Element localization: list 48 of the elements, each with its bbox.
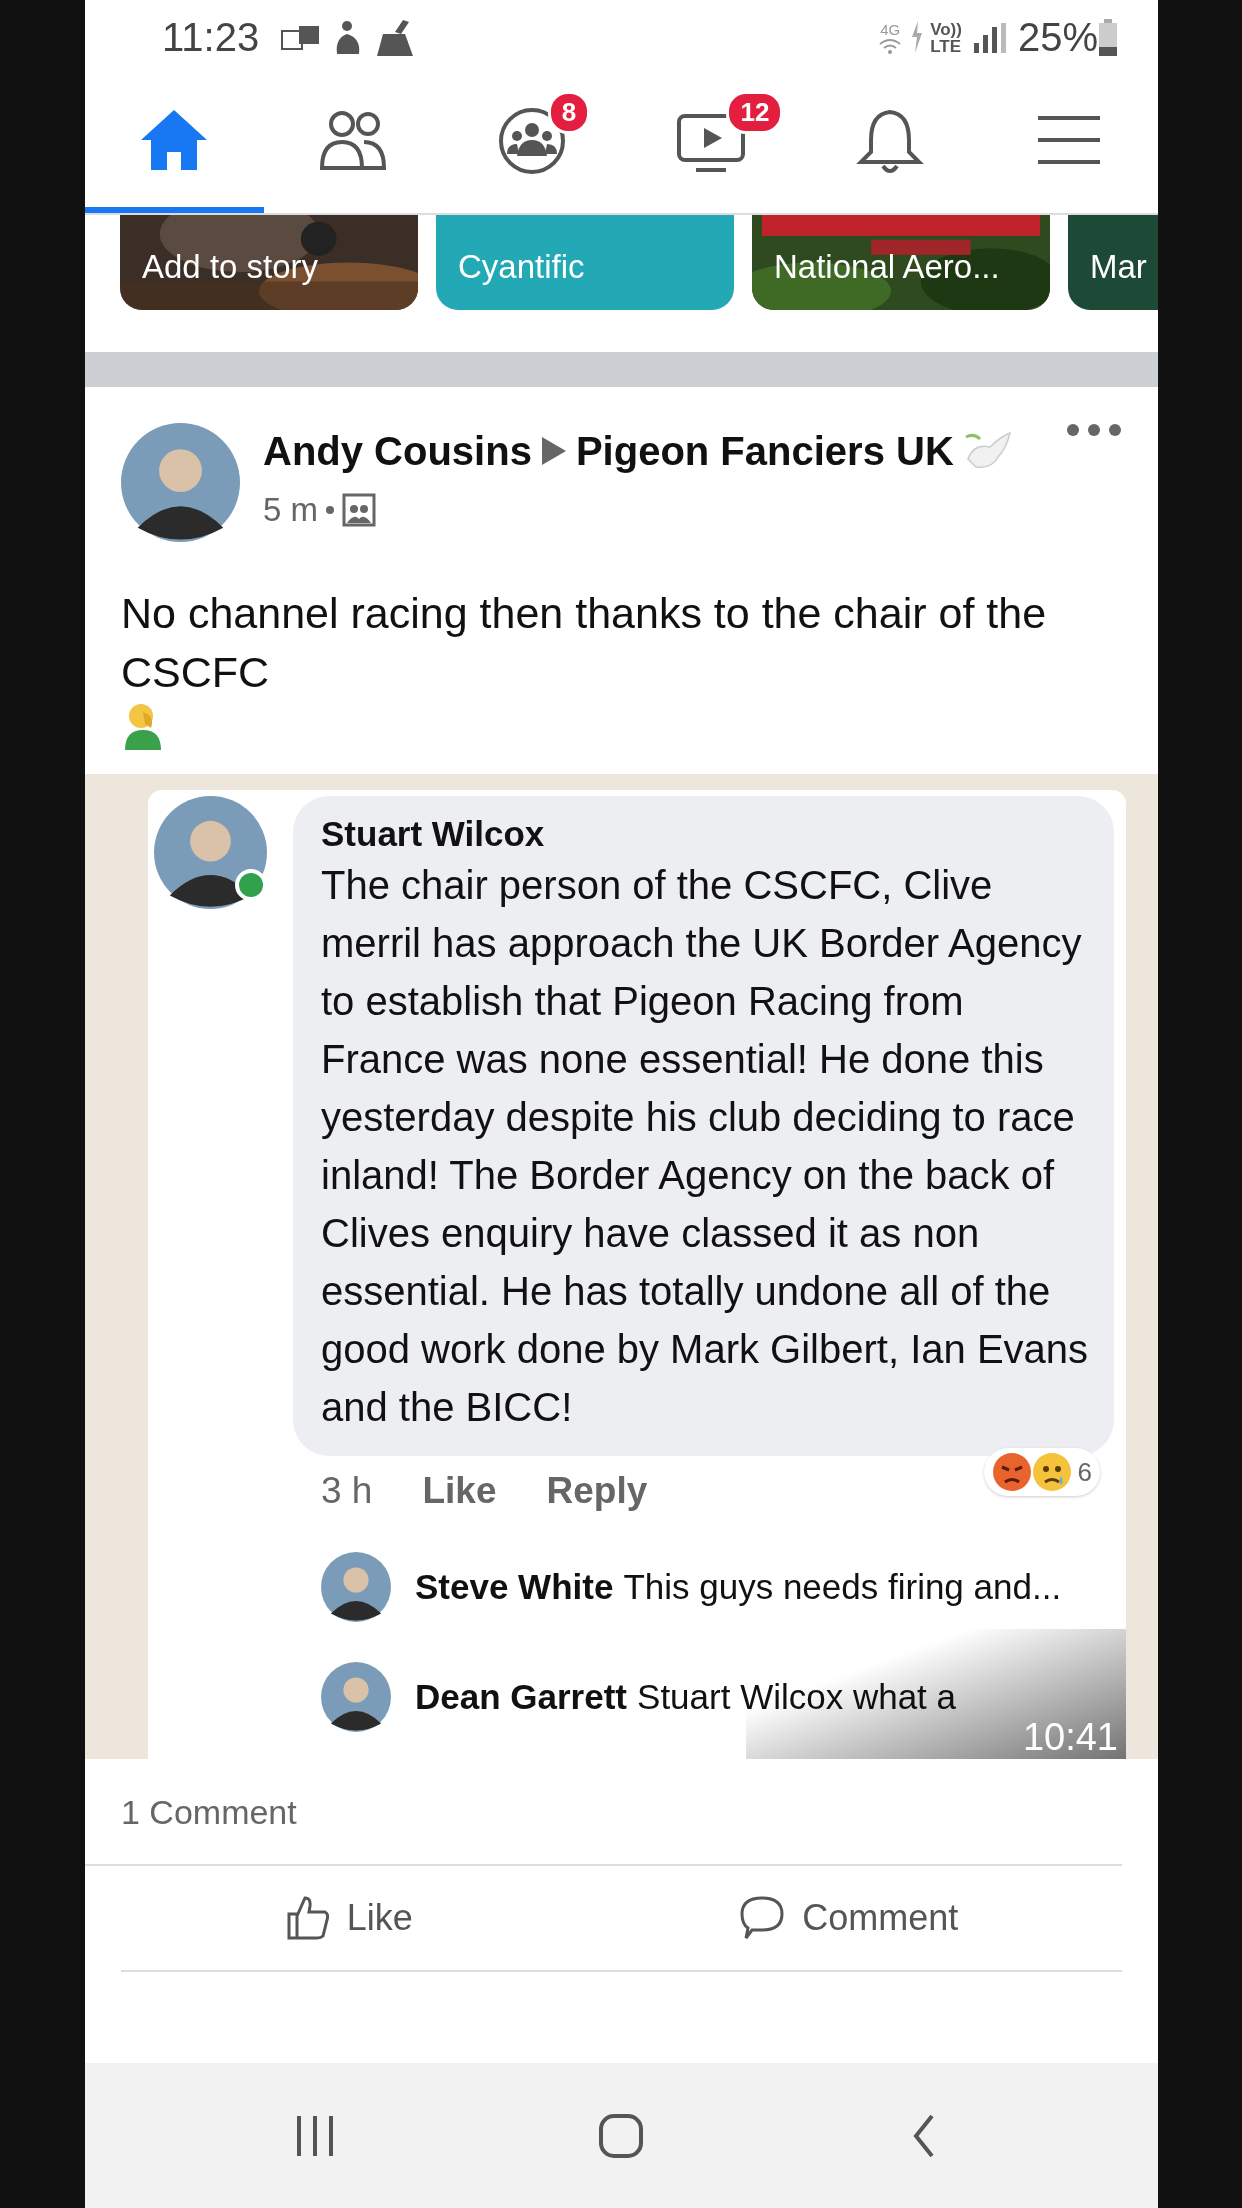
- battery-percent: 25%: [1017, 15, 1098, 60]
- nav-tab[interactable]: 12: [621, 75, 801, 213]
- angry-face-icon: [991, 1452, 1032, 1492]
- broom-icon: [375, 19, 416, 56]
- commenter-name[interactable]: Stuart Wilcox: [321, 814, 1090, 854]
- like-link[interactable]: Like: [422, 1470, 497, 1512]
- comment-text: The chair person of the CSCFC, Clive merril has approach the UK Border Agency to establish that Pigeon Racing from France was none essential! He done this yesterday despite his club deciding to race inland! The Border Agency on the back of Clives enquiry have classed it as non essential. He has totally undone all of the good work done by Mark Gilbert, Ian Evans and the BICC!: [321, 862, 1090, 1431]
- notification-icon: [281, 24, 322, 51]
- reply-preview: This guys needs firing and...: [623, 1567, 1062, 1606]
- story-label: Mar: [1090, 248, 1147, 286]
- reaction-count: 6: [1077, 1456, 1092, 1488]
- volte-label: LTE: [930, 37, 962, 55]
- speech-bubble-icon: [740, 1894, 785, 1942]
- volte-label: Vo)): [930, 20, 962, 38]
- signal-icon: [973, 22, 1008, 53]
- comment-button[interactable]: Comment: [730, 1888, 969, 1948]
- reply-link[interactable]: Reply: [546, 1470, 648, 1512]
- story-label: National Aero...: [774, 248, 1000, 286]
- story-label: Add to story: [142, 248, 319, 286]
- network-type: 4G: [880, 21, 901, 38]
- dot-icon: [326, 506, 334, 514]
- comment-count[interactable]: 1 Comment: [85, 1759, 1122, 1866]
- nav-tab[interactable]: 8: [442, 75, 622, 213]
- avatar: [321, 1662, 391, 1732]
- triangle-icon: [541, 437, 566, 465]
- avatar: [321, 1552, 391, 1622]
- group-name[interactable]: Pigeon Fanciers UK: [575, 423, 954, 479]
- author-name[interactable]: Andy Cousins: [263, 423, 532, 479]
- story-label: Cyantific: [458, 248, 585, 286]
- group-privacy-icon: [342, 493, 376, 527]
- post-text: No channel racing then thanks to the chair of the CSCFC: [121, 588, 1048, 698]
- story-card[interactable]: Mar: [1068, 215, 1158, 310]
- like-button[interactable]: Like: [274, 1888, 423, 1948]
- battery-icon: [1098, 18, 1118, 57]
- clock-time: 11:23: [162, 15, 260, 60]
- video-time: 10:41: [1021, 1716, 1119, 1759]
- reaction-summary[interactable]: 6: [983, 1448, 1100, 1496]
- post-time: 5 m: [263, 491, 318, 529]
- story-card[interactable]: National Aero...: [752, 215, 1050, 310]
- more-icon: [1066, 423, 1122, 437]
- reply-author[interactable]: Steve White: [415, 1567, 614, 1606]
- wifi-icon: [878, 37, 903, 54]
- charging-icon: [910, 20, 925, 55]
- story-card[interactable]: Add to story: [120, 215, 418, 310]
- comment-time: 3 h: [321, 1470, 373, 1512]
- reply-preview: Stuart Wilcox what a: [637, 1677, 957, 1716]
- reply-author[interactable]: Dean Garrett: [415, 1677, 628, 1716]
- sad-face-icon: [1031, 1452, 1072, 1492]
